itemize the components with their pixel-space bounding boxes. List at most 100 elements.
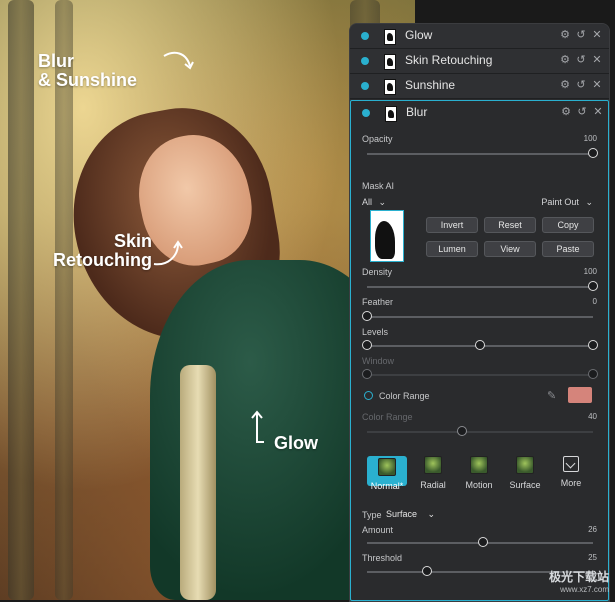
threshold-value: 25 bbox=[588, 553, 597, 562]
layer-row-glow[interactable]: Glow ⚙ ↺ ✕ bbox=[350, 24, 609, 49]
gear-icon[interactable]: ⚙ bbox=[560, 78, 570, 91]
watermark-title: 极光下载站 bbox=[548, 570, 609, 584]
amount-slider[interactable] bbox=[367, 537, 593, 547]
feather-slider[interactable] bbox=[362, 311, 593, 321]
gear-icon[interactable]: ⚙ bbox=[560, 53, 570, 66]
copy-button[interactable]: Copy bbox=[542, 217, 594, 233]
mask-thumbnail-icon bbox=[385, 106, 397, 122]
preset-motion[interactable]: Motion bbox=[458, 456, 500, 496]
callout-line: Skin bbox=[113, 231, 152, 251]
preset-label: Motion bbox=[465, 480, 493, 490]
visibility-dot[interactable] bbox=[361, 32, 369, 40]
slider-knob[interactable] bbox=[422, 566, 432, 576]
preset-normal[interactable]: Normal* bbox=[367, 456, 407, 491]
slider-knob[interactable] bbox=[362, 369, 372, 379]
mask-filter-dropdown[interactable]: All ⌄ bbox=[362, 197, 386, 208]
layers-panel: Glow ⚙ ↺ ✕ Skin Retouching ⚙ ↺ ✕ Sunshin… bbox=[349, 23, 610, 602]
lumen-button[interactable]: Lumen bbox=[426, 241, 478, 257]
callout-glow: Glow bbox=[274, 433, 318, 453]
preset-label: Surface bbox=[509, 480, 541, 490]
preset-surface[interactable]: Surface bbox=[504, 456, 546, 496]
threshold-label: Threshold bbox=[362, 553, 403, 563]
watermark: 极光下载站 www.xz7.com bbox=[549, 568, 609, 594]
layer-controls: ⚙ ↺ ✕ bbox=[560, 53, 602, 66]
close-icon[interactable]: ✕ bbox=[592, 53, 602, 66]
layer-row-skin-retouching[interactable]: Skin Retouching ⚙ ↺ ✕ bbox=[350, 49, 609, 74]
eyedropper-icon[interactable]: ✎ bbox=[547, 389, 556, 402]
slider-knob[interactable] bbox=[588, 369, 598, 379]
preset-more[interactable]: More bbox=[550, 456, 592, 496]
layer-name: Blur bbox=[406, 105, 428, 119]
layer-name: Glow bbox=[405, 28, 433, 42]
invert-button[interactable]: Invert bbox=[426, 217, 478, 233]
reset-icon[interactable]: ↺ bbox=[576, 78, 586, 91]
reset-button[interactable]: Reset bbox=[484, 217, 536, 233]
density-label: Density bbox=[362, 267, 393, 277]
density-slider[interactable] bbox=[367, 281, 598, 291]
feather-label: Feather bbox=[362, 297, 394, 307]
layer-controls: ⚙ ↺ ✕ bbox=[560, 28, 602, 41]
gear-icon[interactable]: ⚙ bbox=[561, 105, 571, 118]
opacity-slider[interactable] bbox=[367, 148, 598, 158]
reset-icon[interactable]: ↺ bbox=[576, 28, 586, 41]
up-arrow-icon bbox=[251, 410, 264, 443]
slider-knob[interactable] bbox=[588, 281, 598, 291]
mask-preview[interactable] bbox=[370, 210, 404, 262]
callout-line: Blur bbox=[38, 51, 74, 71]
feather-value: 0 bbox=[592, 297, 597, 306]
visibility-dot[interactable] bbox=[361, 82, 369, 90]
chevron-down-icon bbox=[563, 456, 579, 472]
tree-trunk bbox=[8, 0, 34, 600]
close-icon[interactable]: ✕ bbox=[593, 105, 603, 118]
watermark-url: www.xz7.com bbox=[560, 585, 609, 594]
dropdown-value: Paint Out bbox=[541, 197, 579, 207]
reset-icon[interactable]: ↺ bbox=[577, 105, 587, 118]
slider-knob[interactable] bbox=[588, 148, 598, 158]
preset-label: Normal* bbox=[370, 481, 404, 491]
slider-knob[interactable] bbox=[362, 311, 372, 321]
color-swatch[interactable] bbox=[568, 387, 592, 403]
reset-icon[interactable]: ↺ bbox=[576, 53, 586, 66]
callout-blur-sunshine: Blur & Sunshine bbox=[38, 52, 137, 90]
opacity-value: 100 bbox=[583, 134, 597, 143]
view-button[interactable]: View bbox=[484, 241, 536, 257]
layer-row-sunshine[interactable]: Sunshine ⚙ ↺ ✕ bbox=[350, 74, 609, 99]
type-dropdown[interactable]: Surface ⌄ bbox=[386, 509, 435, 520]
slider-knob[interactable] bbox=[457, 426, 467, 436]
paste-button[interactable]: Paste bbox=[542, 241, 594, 257]
layer-row-blur[interactable]: Blur ⚙ ↺ ✕ bbox=[351, 101, 609, 125]
slider-knob[interactable] bbox=[475, 340, 485, 350]
slider-knob[interactable] bbox=[362, 340, 372, 350]
color-range-slider[interactable] bbox=[367, 426, 593, 436]
levels-slider[interactable] bbox=[362, 340, 598, 350]
close-icon[interactable]: ✕ bbox=[592, 78, 602, 91]
slider-knob[interactable] bbox=[588, 340, 598, 350]
preset-label: More bbox=[560, 478, 582, 488]
visibility-dot[interactable] bbox=[362, 109, 370, 117]
tree-trunk bbox=[55, 0, 73, 600]
preset-thumbnail-icon bbox=[424, 456, 442, 474]
chevron-down-icon: ⌄ bbox=[585, 197, 593, 207]
layer-controls: ⚙ ↺ ✕ bbox=[561, 105, 603, 118]
amount-label: Amount bbox=[362, 525, 394, 535]
blur-presets: Normal* Radial Motion Surface More bbox=[351, 451, 609, 491]
paint-mode-dropdown[interactable]: Paint Out ⌄ bbox=[541, 197, 593, 208]
slider-knob[interactable] bbox=[478, 537, 488, 547]
preset-label: Radial bbox=[420, 480, 446, 490]
dropdown-value: Surface bbox=[386, 509, 418, 519]
visibility-dot[interactable] bbox=[361, 57, 369, 65]
color-range-label: Color Range bbox=[379, 391, 430, 401]
preset-thumbnail-icon bbox=[516, 456, 534, 474]
opacity-label: Opacity bbox=[362, 134, 393, 144]
density-value: 100 bbox=[583, 267, 597, 276]
close-icon[interactable]: ✕ bbox=[592, 28, 602, 41]
window-slider[interactable] bbox=[362, 369, 598, 379]
layer-section-blur: Blur ⚙ ↺ ✕ Opacity 100 Mask AI All ⌄ Pai… bbox=[350, 100, 609, 601]
callout-line: & Sunshine bbox=[38, 70, 138, 90]
color-range-radio[interactable] bbox=[364, 391, 373, 400]
mask-thumbnail-icon bbox=[384, 29, 396, 45]
gear-icon[interactable]: ⚙ bbox=[560, 28, 570, 41]
preset-radial[interactable]: Radial bbox=[412, 456, 454, 496]
color-range-value: 40 bbox=[588, 412, 597, 421]
amount-value: 26 bbox=[588, 525, 597, 534]
